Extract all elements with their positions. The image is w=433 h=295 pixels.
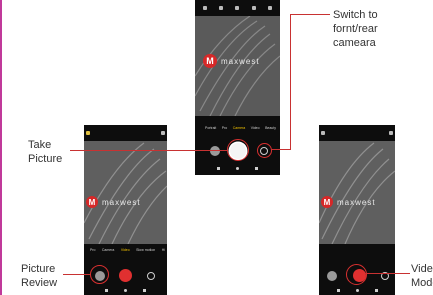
mode-portrait[interactable]: Portrait bbox=[205, 126, 216, 130]
timer-icon[interactable] bbox=[251, 6, 256, 10]
mode-bar: Portrait Pro Camera Video Beauty bbox=[205, 126, 276, 130]
camera-top-toolbar bbox=[197, 4, 278, 12]
filter-icon[interactable] bbox=[235, 6, 240, 10]
viewfinder: M maxwest bbox=[195, 16, 280, 116]
nav-back-icon[interactable] bbox=[336, 289, 340, 292]
nav-back-icon[interactable] bbox=[105, 289, 108, 292]
camera-top-toolbar bbox=[86, 129, 165, 137]
switch-camera-button[interactable] bbox=[147, 272, 155, 280]
brand-logo-text: maxwest bbox=[102, 197, 141, 207]
switch-leader-top bbox=[290, 14, 330, 15]
mode-video[interactable]: Video bbox=[251, 126, 260, 130]
diagram-border bbox=[0, 0, 2, 295]
nav-home-icon[interactable] bbox=[124, 289, 127, 292]
switch-camera-highlight bbox=[257, 143, 272, 158]
video-leader bbox=[365, 273, 410, 274]
mode-beauty[interactable]: Beauty bbox=[265, 126, 276, 130]
viewfinder: M maxwest bbox=[84, 141, 167, 244]
video-mode-highlight bbox=[346, 264, 367, 285]
android-nav-bar bbox=[319, 287, 395, 294]
android-nav-bar bbox=[195, 164, 280, 172]
nav-recents-icon[interactable] bbox=[143, 289, 146, 292]
review-highlight bbox=[90, 265, 109, 284]
settings-icon[interactable] bbox=[389, 131, 393, 135]
mode-pro[interactable]: Pro bbox=[90, 248, 95, 252]
label-take-picture: Take Picture bbox=[28, 139, 63, 165]
nav-home-icon[interactable] bbox=[236, 166, 239, 170]
shutter-highlight bbox=[227, 139, 249, 161]
brand-logo: M maxwest bbox=[321, 196, 376, 208]
brand-logo-mark: M bbox=[86, 196, 98, 208]
settings-icon[interactable] bbox=[267, 6, 272, 10]
viewfinder: M maxwest bbox=[319, 141, 395, 244]
mode-slow-motion[interactable]: Slow motion bbox=[136, 248, 155, 252]
flash-icon[interactable] bbox=[203, 6, 208, 10]
brand-logo-mark: M bbox=[321, 196, 333, 208]
flash-icon[interactable] bbox=[86, 131, 90, 135]
record-button[interactable] bbox=[119, 269, 132, 282]
gallery-thumbnail[interactable] bbox=[327, 271, 337, 281]
camera-top-toolbar bbox=[321, 129, 393, 137]
label-switch-camera: Switch to fornt/rear cameara bbox=[333, 9, 378, 49]
gallery-thumbnail[interactable] bbox=[210, 146, 220, 156]
brand-logo-mark: M bbox=[203, 54, 217, 68]
brand-logo-text: maxwest bbox=[337, 197, 376, 207]
nav-recents-icon[interactable] bbox=[255, 166, 258, 170]
mode-camera[interactable]: Camera bbox=[233, 126, 245, 130]
mode-pro[interactable]: Pro bbox=[222, 126, 227, 130]
switch-leader-vertical bbox=[290, 14, 291, 149]
hdr-icon[interactable] bbox=[219, 6, 224, 10]
brand-logo: M maxwest bbox=[203, 54, 260, 68]
nav-home-icon[interactable] bbox=[355, 289, 359, 292]
nav-back-icon[interactable] bbox=[217, 166, 220, 170]
label-video-mode: Video Mode bbox=[411, 263, 433, 289]
mode-hi[interactable]: Hi bbox=[162, 248, 165, 252]
android-nav-bar bbox=[84, 287, 167, 294]
review-leader bbox=[63, 274, 90, 275]
flash-icon[interactable] bbox=[321, 131, 325, 135]
brand-logo: M maxwest bbox=[86, 196, 141, 208]
label-picture-review: Picture Review bbox=[21, 263, 58, 289]
settings-icon[interactable] bbox=[161, 131, 165, 135]
nav-recents-icon[interactable] bbox=[374, 289, 378, 292]
take-leader bbox=[70, 150, 227, 151]
mode-camera[interactable]: Camera bbox=[102, 248, 114, 252]
switch-leader-bottom bbox=[271, 149, 291, 150]
mode-bar: Pro Camera Video Slow motion Hi bbox=[90, 248, 165, 252]
mode-video[interactable]: Video bbox=[121, 248, 130, 252]
brand-logo-text: maxwest bbox=[221, 56, 260, 66]
